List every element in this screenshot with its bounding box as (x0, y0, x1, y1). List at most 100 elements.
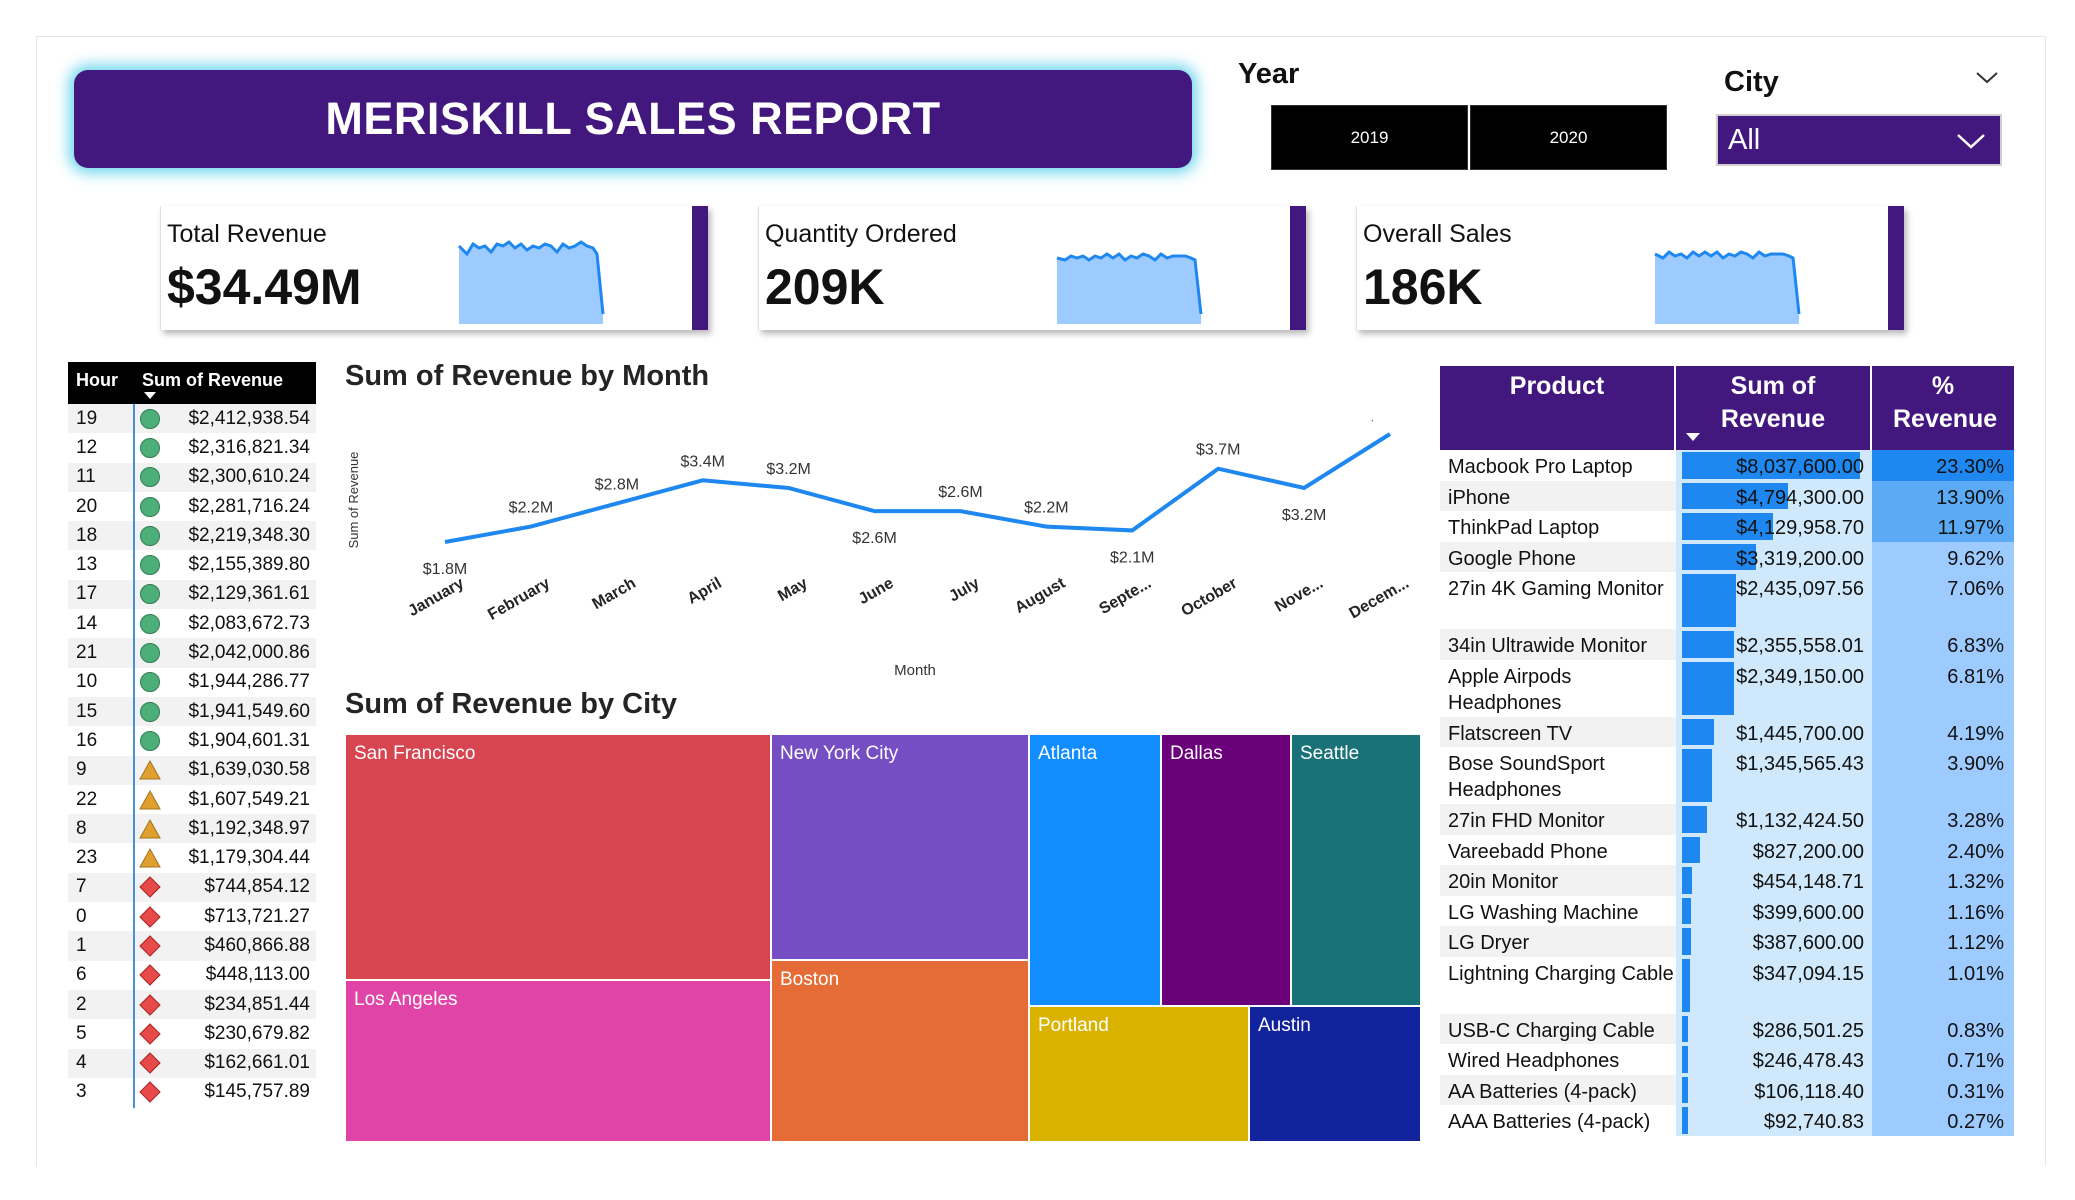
table-row: Apple Airpods Headphones $2,349,150.00 6.8… (1440, 659, 2014, 717)
treemap-cell-los-angeles[interactable]: Los Angeles (345, 980, 771, 1142)
column-header-sum-of-revenue[interactable]: Sum of Revenue (134, 362, 283, 404)
red-diamond-icon (134, 1081, 166, 1104)
revenue-cell: $1,607,549.21 (188, 788, 310, 810)
table-row: 18 $2,219,348.30 (68, 521, 316, 551)
treemap-cell-portland[interactable]: Portland (1029, 1006, 1249, 1142)
treemap-cell-seattle[interactable]: Seattle (1291, 734, 1421, 1006)
kpi-accent-bar (1888, 206, 1904, 330)
treemap-cell-dallas[interactable]: Dallas (1161, 734, 1291, 1006)
product-name-cell: Lightning Charging Cable (1448, 962, 1674, 985)
column-header-pct-revenue-label: % Revenue (1893, 372, 1998, 433)
green-circle-icon (134, 525, 166, 547)
treemap-cell-atlanta[interactable]: Atlanta (1029, 734, 1161, 1006)
yellow-triangle-icon (134, 847, 166, 869)
yellow-triangle-icon (134, 789, 166, 811)
table-row: 11 $2,300,610.24 (68, 462, 316, 492)
yellow-triangle-icon (134, 759, 166, 781)
green-circle-icon (134, 671, 166, 693)
revenue-cell: $162,661.01 (204, 1052, 310, 1074)
hour-cell: 7 (76, 876, 87, 898)
table-row: Lightning Charging Cable $347,094.15 1.01% (1440, 956, 2014, 1014)
revenue-cell: $286,501.25 (1676, 1013, 1872, 1044)
x-tick-label: Septe... (1096, 575, 1154, 618)
pct-revenue-cell: 6.83% (1872, 629, 2014, 660)
kpi-accent-bar (1290, 206, 1306, 330)
product-name-cell: AA Batteries (4-pack) (1440, 1074, 1676, 1105)
hour-cell: 17 (76, 583, 98, 605)
treemap-cell-san-francisco[interactable]: San Francisco (345, 734, 771, 980)
revenue-cell: $145,757.89 (204, 1081, 310, 1103)
revenue-cell: $2,412,938.54 (188, 407, 310, 429)
kpi-value: 186K (1363, 259, 1483, 315)
green-circle-icon (134, 642, 166, 664)
table-row: 8 $1,192,348.97 (68, 814, 316, 844)
table-row: 20in Monitor $454,148.71 1.32% (1440, 865, 2014, 896)
product-name-cell: 34in Ultrawide Monitor (1440, 629, 1676, 660)
x-tick-label: July (946, 575, 982, 606)
column-header-product[interactable]: Product (1440, 366, 1676, 450)
revenue-cell: $2,355,558.01 (1676, 629, 1872, 660)
table-row: 4 $162,661.01 (68, 1048, 316, 1078)
revenue-data-bar (1682, 749, 1712, 802)
hour-cell: 23 (76, 847, 98, 869)
revenue-cell: $347,094.15 (1676, 956, 1872, 1014)
data-label: $3.2M (1282, 507, 1326, 524)
kpi-accent-bar (692, 206, 708, 330)
product-name-cell: ThinkPad Laptop (1448, 517, 1600, 539)
x-tick-label: April (685, 575, 725, 608)
table-row: ThinkPad Laptop $4,129,958.70 11.97% (1440, 511, 2014, 542)
table-row: AAA Batteries (4-pack) $92,740.83 0.27% (1440, 1105, 2014, 1136)
kpi-card-total-revenue: Total Revenue $34.49M (160, 206, 708, 330)
table-row: 22 $1,607,549.21 (68, 785, 316, 814)
data-label: $2.6M (938, 484, 982, 501)
hour-cell: 0 (76, 905, 87, 927)
treemap-title: Sum of Revenue by City (345, 688, 677, 720)
year-option-2020[interactable]: 2020 (1470, 105, 1667, 170)
revenue-cell: $4,794,300.00 (1676, 480, 1872, 511)
column-header-sum-of-revenue-label: Sum of Revenue (1720, 372, 1826, 433)
sort-descending-icon (1686, 433, 1700, 445)
hour-cell: 21 (76, 642, 98, 664)
revenue-value: $1,345,565.43 (1736, 753, 1864, 775)
revenue-value: $454,148.71 (1752, 871, 1864, 893)
hour-cell: 10 (76, 671, 98, 693)
product-name-cell: Apple Airpods Headphones (1448, 665, 1572, 714)
column-header-sum-of-revenue[interactable]: Sum of Revenue (1676, 366, 1872, 450)
pct-revenue-cell: 11.97% (1872, 511, 2014, 542)
product-name-cell: AAA Batteries (4-pack) (1448, 1111, 1651, 1133)
revenue-data-bar (1682, 836, 1701, 863)
table-body: 19 $2,412,938.54 12 $2,316,821.34 11 $2,300,6… (68, 404, 316, 1107)
table-row: 21 $2,042,000.86 (68, 638, 316, 668)
x-tick-label: August (1012, 574, 1069, 617)
revenue-value: $2,355,558.01 (1736, 635, 1864, 657)
revenue-data-bar (1682, 631, 1735, 658)
hour-cell: 13 (76, 554, 98, 576)
red-diamond-icon (134, 1052, 166, 1074)
revenue-cell: $1,941,549.60 (188, 700, 310, 722)
table-row: 17 $2,129,361.61 (68, 579, 316, 610)
column-header-hour[interactable]: Hour (68, 362, 134, 404)
column-header-pct-revenue[interactable]: % Revenue (1872, 366, 2014, 450)
table-row: 27in FHD Monitor $1,132,424.50 3.28% (1440, 804, 2014, 835)
revenue-cell: $2,435,097.56 (1676, 572, 1872, 629)
revenue-data-bar (1682, 661, 1734, 715)
treemap-cell-austin[interactable]: Austin (1249, 1006, 1421, 1142)
revenue-value: $92,740.83 (1763, 1111, 1864, 1133)
table-row: 2 $234,851.44 (68, 989, 316, 1020)
treemap-cell-new-york-city[interactable]: New York City (771, 734, 1029, 960)
table-row: 3 $145,757.89 (68, 1078, 316, 1107)
green-circle-icon (134, 408, 166, 430)
revenue-cell: $1,345,565.43 (1676, 747, 1872, 804)
product-name-cell: LG Dryer (1440, 926, 1676, 957)
pct-revenue-cell: 1.32% (1872, 865, 2014, 896)
green-circle-icon (134, 730, 166, 752)
kpi-card-overall-sales: Overall Sales 186K (1356, 206, 1904, 330)
red-diamond-icon (134, 876, 166, 899)
treemap-cell-boston[interactable]: Boston (771, 960, 1029, 1142)
city-dropdown[interactable]: All (1716, 114, 2002, 166)
revenue-value: $246,478.43 (1752, 1050, 1864, 1072)
year-option-2019[interactable]: 2019 (1271, 105, 1468, 170)
pct-revenue-cell: 6.81% (1872, 659, 2014, 717)
chevron-down-icon[interactable] (1975, 70, 1999, 86)
table-row: Google Phone $3,319,200.00 9.62% (1440, 541, 2014, 572)
